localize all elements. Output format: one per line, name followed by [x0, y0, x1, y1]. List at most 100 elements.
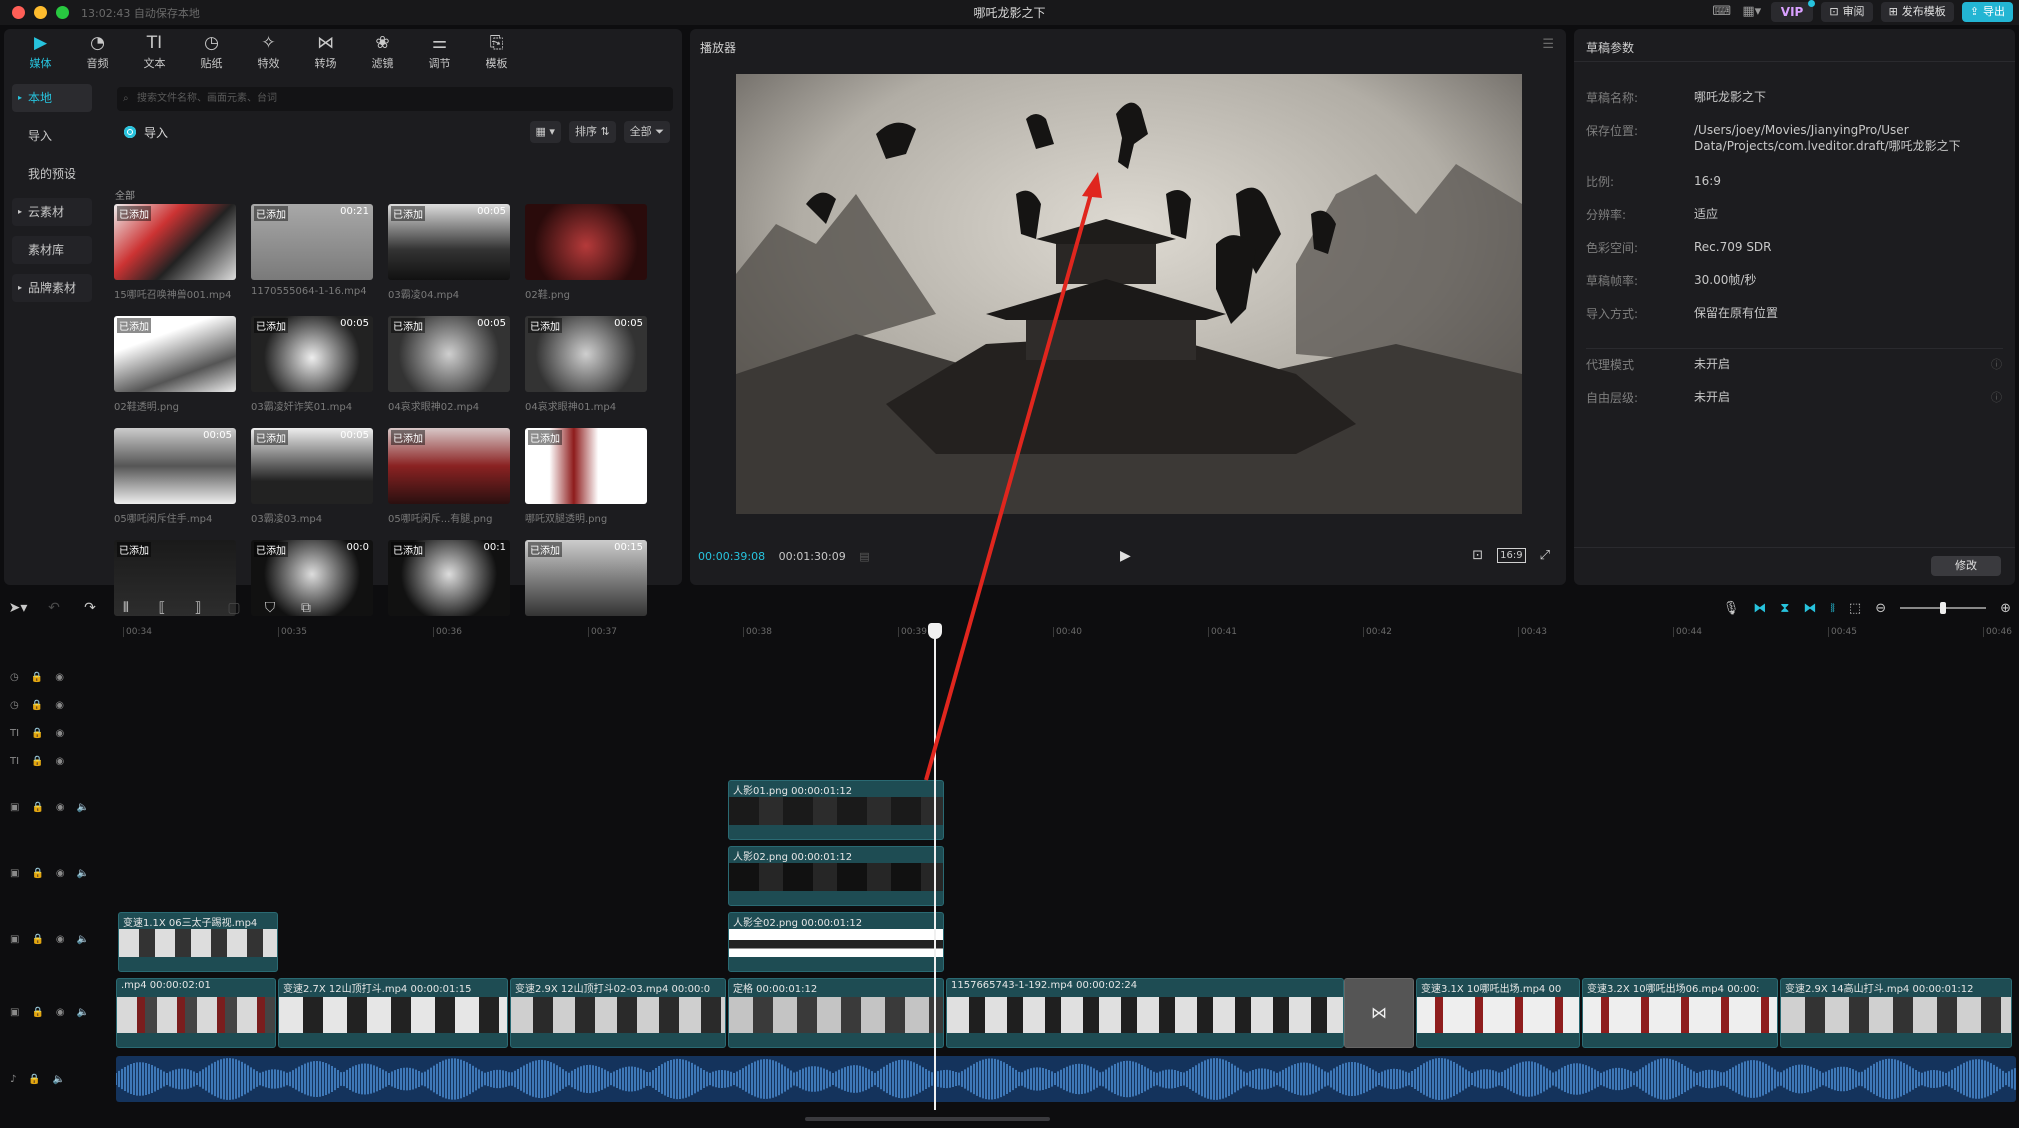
sort-button[interactable]: 排序 ⇅: [568, 121, 616, 143]
snap-icon[interactable]: ⧗: [1780, 601, 1789, 616]
transition-block[interactable]: ⋈: [1344, 978, 1414, 1048]
eye-icon[interactable]: ◉: [56, 1007, 65, 1018]
help-icon[interactable]: ⓘ: [1991, 356, 2002, 372]
main-clip[interactable]: 定格 00:00:01:12: [728, 978, 944, 1048]
lock-icon[interactable]: 🔒: [31, 1007, 43, 1018]
media-thumbnail[interactable]: 00:05: [114, 428, 236, 504]
media-item[interactable]: 已添加 00:05 03霸凌03.mp4: [251, 428, 373, 525]
tool-adjust[interactable]: ⚌ 调节: [411, 29, 468, 75]
crop-icon[interactable]: ⧉: [288, 593, 324, 623]
eye-icon[interactable]: ◉: [55, 672, 64, 683]
redo-icon[interactable]: ↷: [72, 593, 108, 623]
preview-axis-icon[interactable]: ⧓: [1803, 601, 1816, 616]
tool-template[interactable]: ⎘ 模板: [468, 29, 525, 75]
main-clip[interactable]: 变速3.1X 10哪吒出场.mp4 00: [1416, 978, 1580, 1048]
speaker-icon[interactable]: 🔈: [77, 868, 89, 879]
media-thumbnail[interactable]: 已添加 00:05: [251, 316, 373, 392]
media-thumbnail[interactable]: 已添加: [525, 428, 647, 504]
lock-icon[interactable]: 🔒: [31, 700, 43, 711]
media-item[interactable]: 已添加 00:21 1170555064-1-16.mp4: [251, 204, 373, 297]
close-window-button[interactable]: [12, 6, 25, 19]
publish-template-button[interactable]: ⊞ 发布模板: [1880, 2, 1954, 22]
lock-icon[interactable]: 🔒: [31, 672, 43, 683]
media-thumbnail[interactable]: 已添加 00:05: [525, 316, 647, 392]
eye-icon[interactable]: ◉: [56, 868, 65, 879]
speaker-icon[interactable]: 🔈: [53, 1074, 65, 1085]
media-item[interactable]: 已添加 哪吒双腿透明.png: [525, 428, 647, 525]
speaker-icon[interactable]: 🔈: [77, 1007, 89, 1018]
media-thumbnail[interactable]: 已添加 00:05: [388, 204, 510, 280]
media-thumbnail[interactable]: 已添加 00:05: [251, 428, 373, 504]
overlay-clip[interactable]: 人影02.png 00:00:01:12: [728, 846, 944, 906]
media-item[interactable]: 02鞋.png: [525, 204, 647, 301]
lock-icon[interactable]: 🔒: [31, 756, 43, 767]
media-thumbnail[interactable]: 已添加: [114, 204, 236, 280]
media-item[interactable]: 已添加 00:05 03霸凌奸诈笑01.mp4: [251, 316, 373, 413]
review-button[interactable]: ⊡ 审阅: [1821, 2, 1873, 22]
overlay-clip[interactable]: 人影全02.png 00:00:01:12: [728, 912, 944, 972]
main-clip[interactable]: 变速2.7X 12山顶打斗.mp4 00:00:01:15: [278, 978, 508, 1048]
play-button[interactable]: ▶: [1120, 548, 1131, 564]
keyboard-icon[interactable]: ⌨: [1711, 3, 1733, 21]
layout-icon[interactable]: ▦▾: [1741, 3, 1763, 21]
eye-icon[interactable]: ◉: [56, 728, 65, 739]
search-input[interactable]: ⌕ 搜索文件名称、画面元素、台词: [117, 87, 673, 111]
zoom-slider-handle[interactable]: [1940, 602, 1947, 614]
main-clip[interactable]: 1157665743-1-192.mp4 00:00:02:24: [946, 978, 1344, 1048]
modify-button[interactable]: 修改: [1931, 556, 2001, 576]
vip-badge[interactable]: VIP: [1770, 0, 1816, 22]
tool-effects[interactable]: ✧ 特效: [240, 29, 297, 75]
tool-transition[interactable]: ⋈ 转场: [297, 29, 354, 75]
sidebar-item-import[interactable]: 导入: [12, 122, 92, 150]
magnet-icon[interactable]: ⧚: [1830, 601, 1835, 616]
tool-filter[interactable]: ❀ 滤镜: [354, 29, 411, 75]
lock-icon[interactable]: 🔒: [31, 728, 43, 739]
fullscreen-icon[interactable]: ⤢: [1540, 548, 1550, 563]
link-main-track-icon[interactable]: ⧓: [1753, 601, 1766, 616]
import-button[interactable]: 导入: [124, 121, 168, 143]
tool-media[interactable]: ▶ 媒体: [12, 29, 69, 75]
lock-icon[interactable]: 🔒: [31, 934, 43, 945]
time-ruler[interactable]: 00:34 00:35 00:36 00:37 00:38 00:39 00:40 00:41…: [116, 624, 2016, 640]
eye-icon[interactable]: ◉: [56, 756, 65, 767]
timeline-grid-icon[interactable]: ▤: [859, 550, 869, 563]
media-item[interactable]: 已添加 00:05 04哀求眼神02.mp4: [388, 316, 510, 413]
zoom-out-icon[interactable]: ⊖: [1875, 601, 1886, 616]
tool-sticker[interactable]: ◷ 贴纸: [183, 29, 240, 75]
playhead[interactable]: [928, 623, 942, 1110]
tool-audio[interactable]: ◔ 音频: [69, 29, 126, 75]
timeline-scrollbar[interactable]: [805, 1117, 1050, 1121]
delete-icon[interactable]: ▢: [216, 593, 252, 623]
media-thumbnail[interactable]: [525, 204, 647, 280]
media-thumbnail[interactable]: 已添加 00:05: [388, 316, 510, 392]
overlay-clip[interactable]: 变速1.1X 06三太子踢视.mp4: [118, 912, 278, 972]
media-thumbnail[interactable]: 已添加: [114, 316, 236, 392]
lock-icon[interactable]: 🔒: [31, 868, 43, 879]
main-clip[interactable]: 变速3.2X 10哪吒出场06.mp4 00:00:: [1582, 978, 1778, 1048]
filter-all-button[interactable]: 全部 ⏷: [623, 121, 670, 143]
menu-icon[interactable]: ☰: [1542, 37, 1554, 52]
select-tool-icon[interactable]: ➤▾: [0, 593, 36, 623]
lock-icon[interactable]: 🔒: [28, 1074, 40, 1085]
speaker-icon[interactable]: 🔈: [77, 802, 89, 813]
overlay-clip[interactable]: 人影01.png 00:00:01:12: [728, 780, 944, 840]
sidebar-item-library[interactable]: 素材库: [12, 236, 92, 264]
media-item[interactable]: 已添加 00:05 03霸凌04.mp4: [388, 204, 510, 301]
maximize-window-button[interactable]: [56, 6, 69, 19]
media-thumbnail[interactable]: 已添加: [388, 428, 510, 504]
microphone-icon[interactable]: 🎙: [1723, 601, 1740, 616]
media-item[interactable]: 00:05 05哪吒闲斥住手.mp4: [114, 428, 236, 525]
sidebar-item-presets[interactable]: 我的预设: [12, 160, 92, 188]
help-icon[interactable]: ⓘ: [1991, 389, 2002, 405]
main-clip[interactable]: 变速2.9X 12山顶打斗02-03.mp4 00:00:0: [510, 978, 726, 1048]
aspect-ratio-button[interactable]: 16:9: [1497, 548, 1526, 563]
split-left-icon[interactable]: ⟦: [144, 593, 180, 623]
eye-icon[interactable]: ◉: [55, 700, 64, 711]
export-button[interactable]: ⇪ 导出: [1961, 2, 2013, 22]
tool-text[interactable]: TI 文本: [126, 29, 183, 75]
sidebar-item-local[interactable]: ▸ 本地: [12, 84, 92, 112]
lock-icon[interactable]: 🔒: [31, 802, 43, 813]
minimize-window-button[interactable]: [34, 6, 47, 19]
speaker-icon[interactable]: 🔈: [77, 934, 89, 945]
audio-track-clip[interactable]: [116, 1056, 2016, 1102]
